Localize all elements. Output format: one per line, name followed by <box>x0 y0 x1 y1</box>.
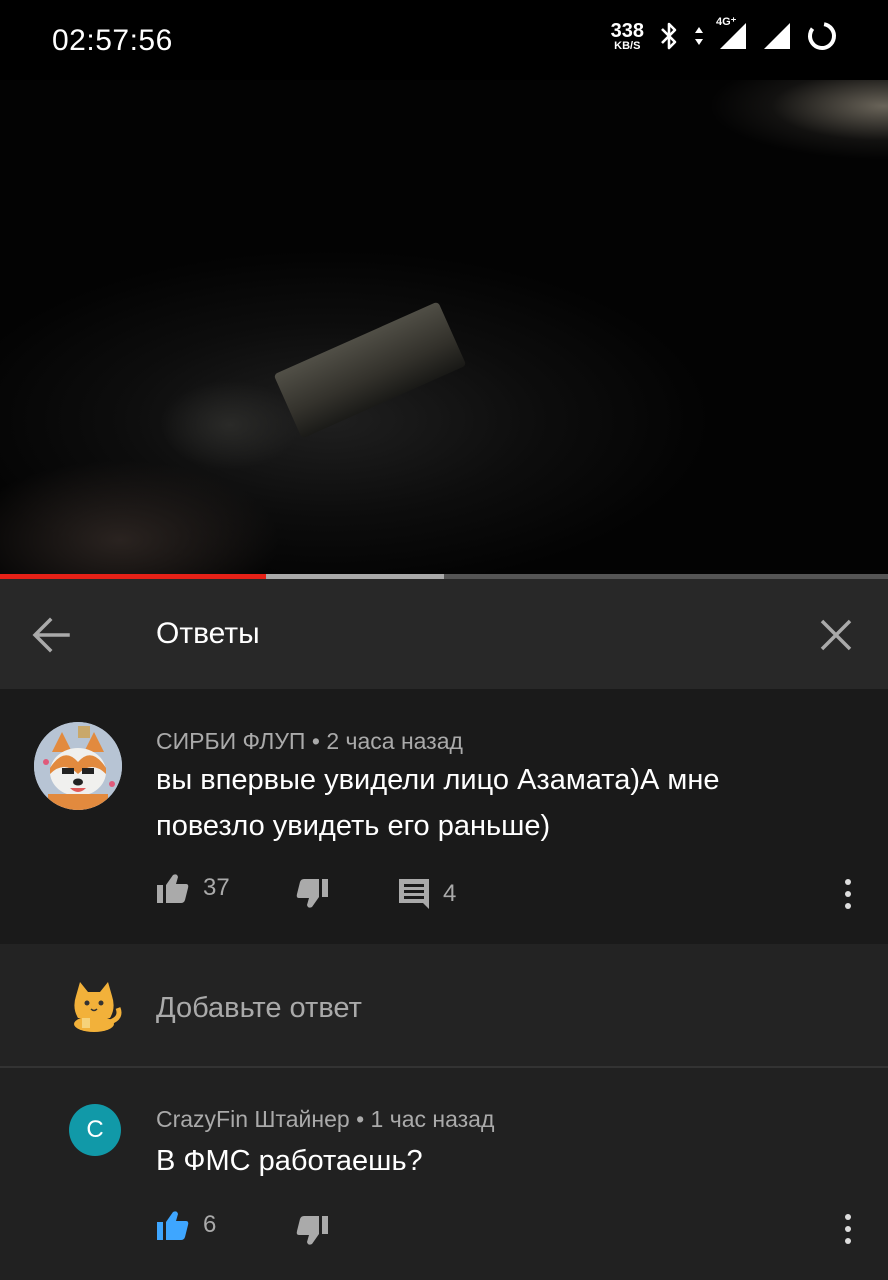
comment-icon <box>399 879 429 909</box>
signal-4g: 4G⁺ <box>716 16 748 51</box>
dislike-button[interactable] <box>296 1216 328 1246</box>
avatar-letter: C <box>86 1116 104 1143</box>
arrow-left-icon <box>32 617 70 653</box>
thumbs-up-icon <box>157 1211 189 1240</box>
reply-comment: C CrazyFin Штайнер • 1 час назад В ФМС р… <box>0 1068 888 1280</box>
reply-meta: CrazyFin Штайнер • 1 час назад <box>156 1106 494 1133</box>
replies-button[interactable]: 4 <box>399 879 456 909</box>
reply-time[interactable]: 1 час назад <box>371 1106 495 1132</box>
add-reply-input[interactable]: Добавьте ответ <box>156 992 362 1025</box>
replies-header: Ответы <box>0 579 888 689</box>
avatar[interactable] <box>34 722 122 810</box>
reply-author[interactable]: CrazyFin Штайнер <box>156 1106 350 1132</box>
thumbs-down-icon <box>296 879 328 908</box>
close-button[interactable] <box>816 615 856 655</box>
data-arrows-icon <box>695 27 703 45</box>
comment-text-line: повезло увидеть его раньше) <box>156 810 551 842</box>
video-player[interactable] <box>0 80 888 576</box>
bluetooth-icon <box>661 22 677 50</box>
meta-separator: • <box>356 1106 365 1132</box>
net-speed-unit: KB/S <box>614 39 641 52</box>
video-object-shape <box>273 301 467 439</box>
comment-text: вы впервые увидели лицо Азамата)А мне по… <box>156 757 720 849</box>
user-avatar <box>66 978 122 1034</box>
more-dot <box>845 1214 851 1220</box>
network-type-label: 4G⁺ <box>716 16 737 28</box>
signal-icon <box>764 23 790 49</box>
more-dot <box>845 1238 851 1244</box>
page-title: Ответы <box>156 617 260 650</box>
comment-author[interactable]: СИРБИ ФЛУП <box>156 728 305 754</box>
more-dot <box>845 879 851 885</box>
net-speed-indicator: 338 KB/S <box>611 21 644 52</box>
thumbs-down-icon <box>296 1216 328 1245</box>
like-count: 37 <box>203 874 230 901</box>
back-button[interactable] <box>30 615 74 655</box>
like-button[interactable]: 37 <box>157 873 230 903</box>
avatar[interactable]: C <box>69 1104 121 1156</box>
reply-count: 4 <box>443 880 457 907</box>
video-foreground-shape <box>0 460 280 576</box>
like-count: 6 <box>203 1211 217 1238</box>
status-bar: 02:57:56 338 KB/S 4G⁺ <box>0 0 888 80</box>
reply-text: В ФМС работаешь? <box>156 1145 423 1177</box>
thumbs-up-icon <box>157 874 189 903</box>
comment-meta: СИРБИ ФЛУП • 2 часа назад <box>156 728 463 755</box>
cat-avatar-icon <box>74 982 122 1032</box>
net-speed-value: 338 <box>610 19 644 42</box>
comment-text-line: вы впервые увидели лицо Азамата)А мне <box>156 764 720 796</box>
battery-ring-icon <box>808 22 836 50</box>
dislike-button[interactable] <box>296 879 328 909</box>
status-icons: 338 KB/S 4G⁺ <box>611 16 838 52</box>
video-light-glow <box>708 80 888 160</box>
like-button[interactable]: 6 <box>157 1210 216 1240</box>
more-dot <box>845 1226 851 1232</box>
comment-time[interactable]: 2 часа назад <box>326 728 463 754</box>
video-shadow-shape <box>160 380 300 470</box>
more-dot <box>845 891 851 897</box>
parent-comment: СИРБИ ФЛУП • 2 часа назад вы впервые уви… <box>0 689 888 944</box>
more-dot <box>845 903 851 909</box>
more-options-button[interactable] <box>843 879 853 913</box>
status-time: 02:57:56 <box>52 24 173 57</box>
more-options-button[interactable] <box>843 1214 853 1248</box>
corgi-avatar-icon <box>34 722 122 810</box>
add-reply-bar[interactable]: Добавьте ответ <box>0 944 888 1068</box>
meta-separator: • <box>311 728 320 754</box>
close-icon <box>820 619 852 651</box>
